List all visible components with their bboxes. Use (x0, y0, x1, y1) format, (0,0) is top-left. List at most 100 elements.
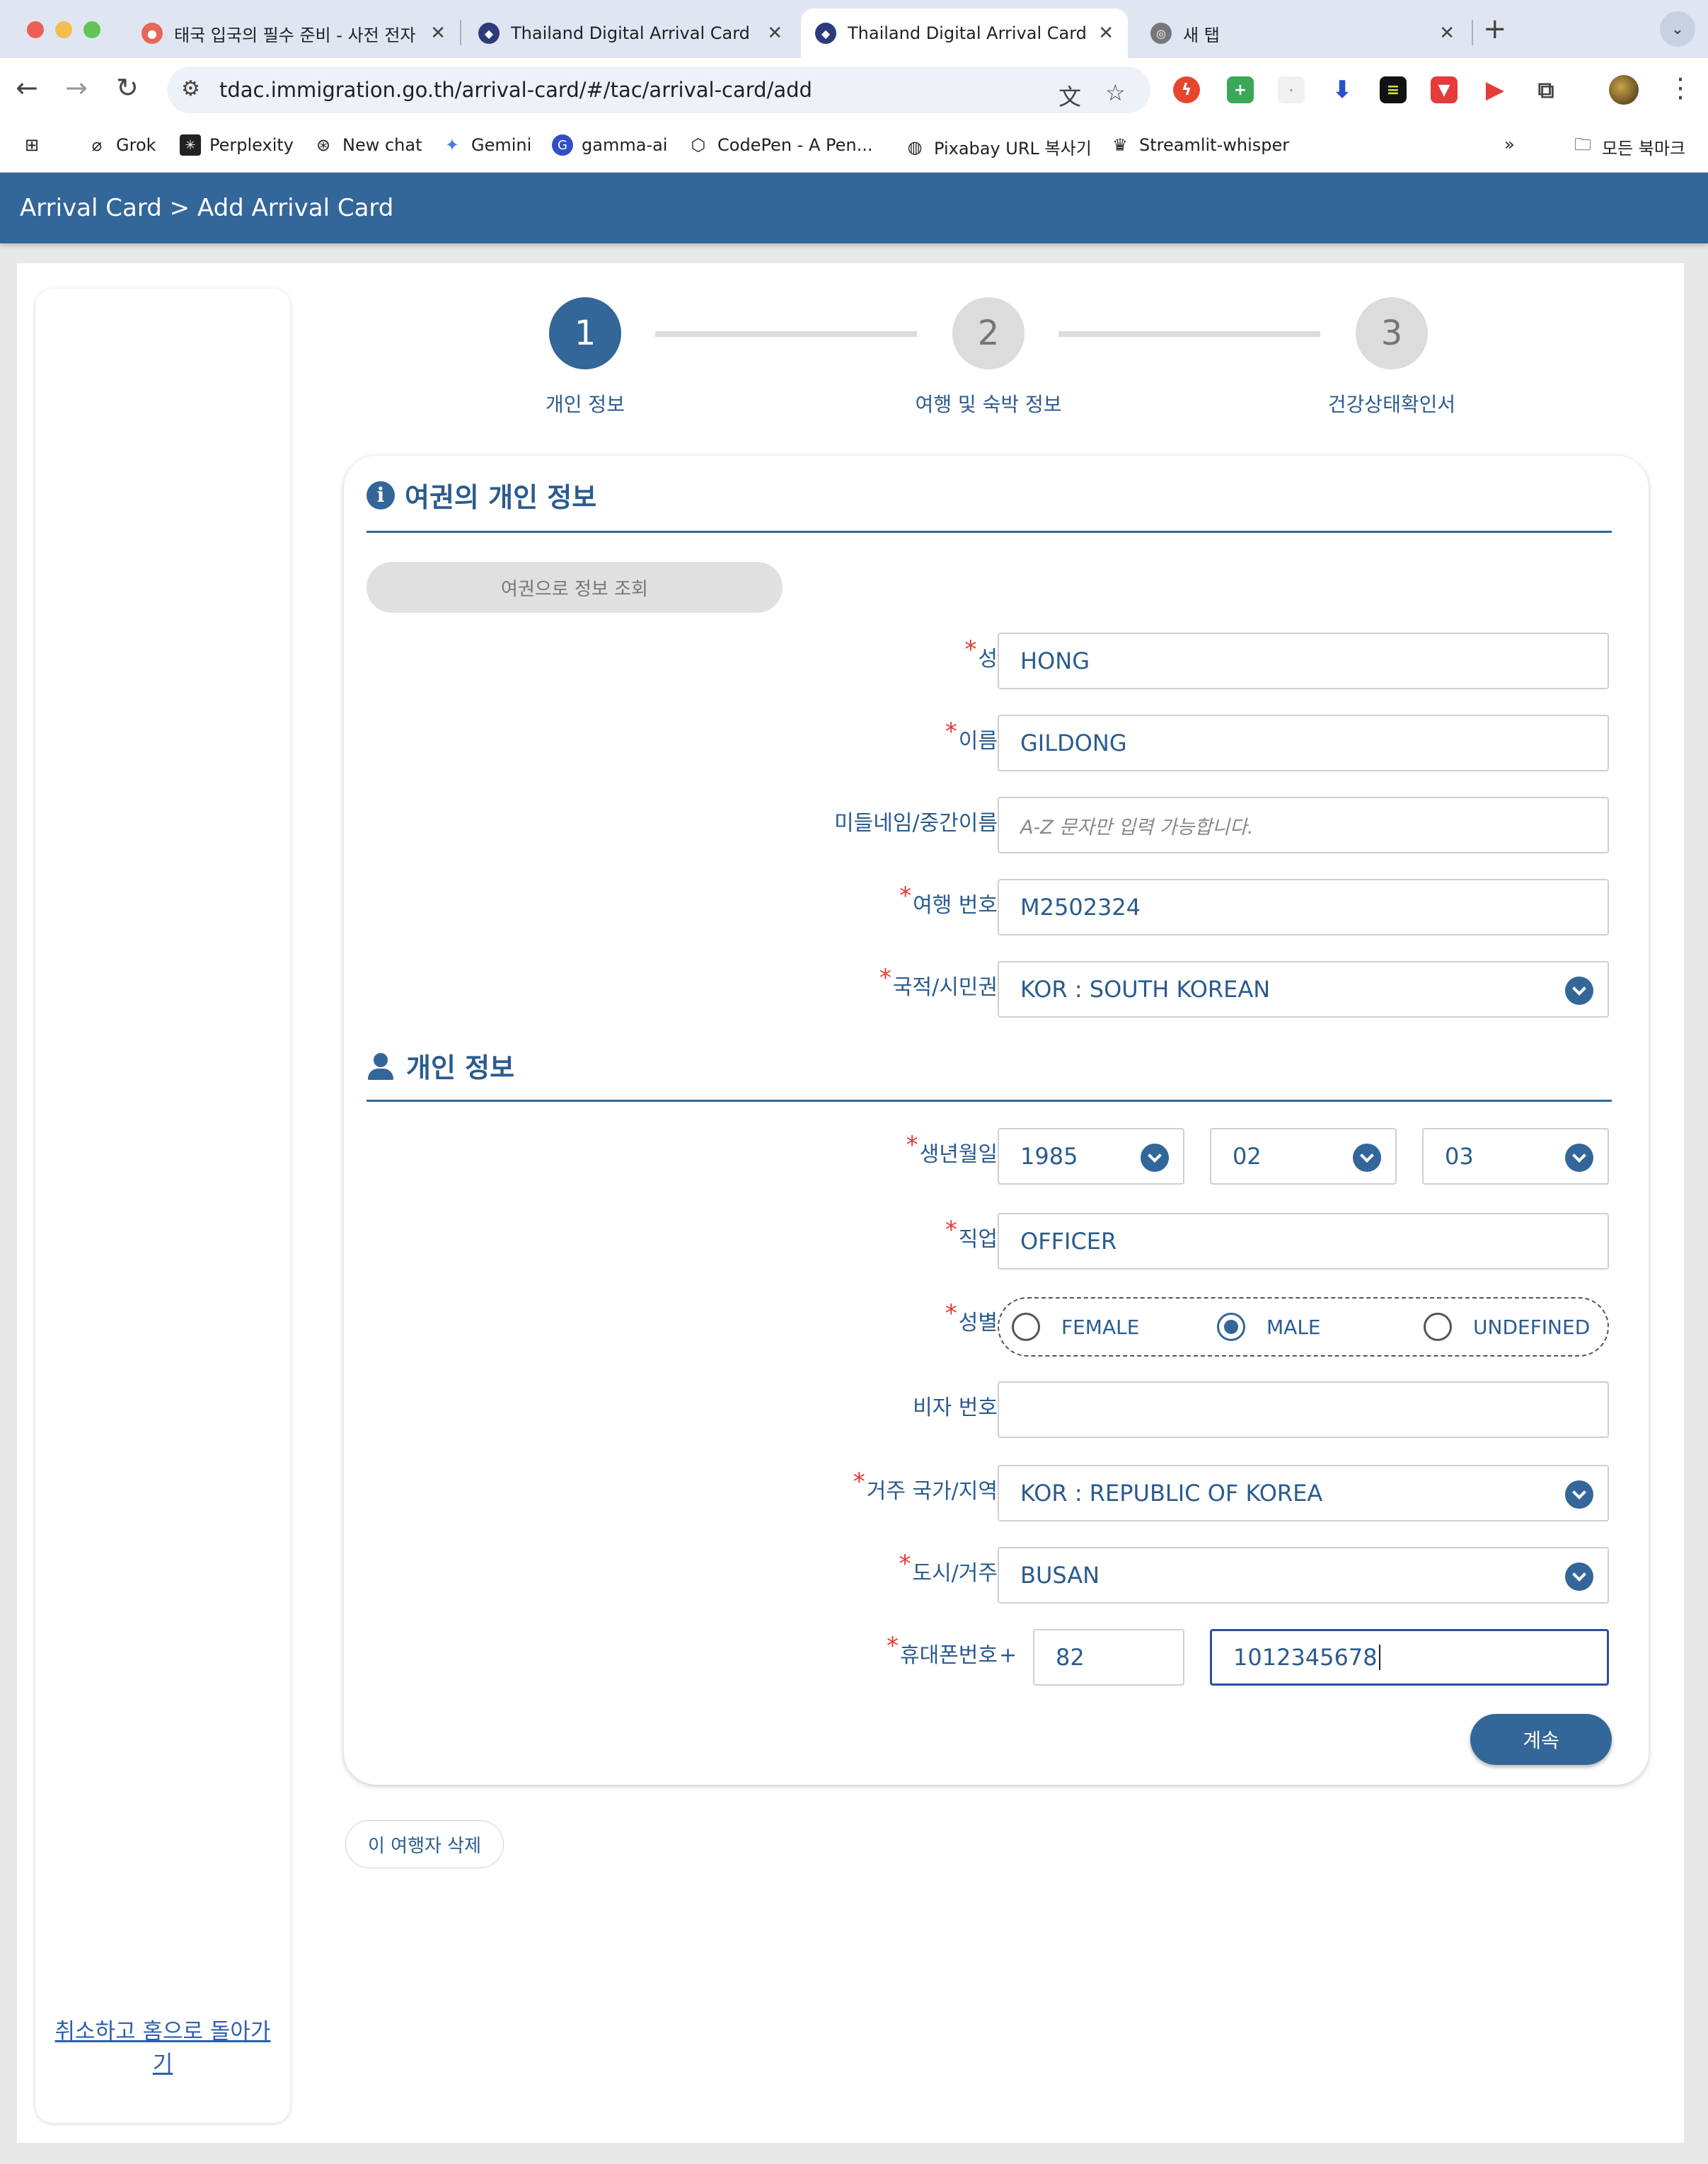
chevron-down-icon (1353, 1144, 1381, 1172)
forward-arrow-icon[interactable]: → (65, 72, 88, 103)
residence-country-select[interactable]: KOR : REPUBLIC OF KOREA (998, 1465, 1609, 1521)
translate-icon[interactable]: 文 (1058, 79, 1081, 112)
back-arrow-icon[interactable]: ← (16, 72, 38, 103)
step-connector (1058, 331, 1320, 337)
gamma-icon: G (552, 134, 573, 156)
person-icon (367, 1052, 395, 1080)
residence-country-label: *거주 국가/지역 (853, 1468, 998, 1504)
grok-icon: ⌀ (91, 135, 103, 155)
bookmark-new-chat[interactable]: ⊛ New chat (313, 134, 422, 156)
page-content: 취소하고 홈으로 돌아가기 1 2 3 개인 정보 여행 및 숙박 정보 건강상… (17, 263, 1684, 2143)
step-1-label: 개인 정보 (546, 393, 625, 416)
extension-bolt-icon[interactable]: ϟ (1173, 76, 1200, 103)
chevron-down-icon (1565, 1480, 1593, 1509)
personal-info-card: i 여권의 개인 정보 여권으로 정보 조회 *성 HONG *이름 GILDO… (344, 456, 1649, 1785)
bookmark-streamlit[interactable]: ♛ Streamlit-whisper (1109, 134, 1289, 156)
new-tab-plus-icon[interactable]: + (1483, 13, 1507, 45)
extension-download-icon[interactable]: ⬇ (1329, 76, 1356, 104)
phone-label: *휴대폰번호 (887, 1632, 998, 1668)
bookmark-perplexity[interactable]: ✳ Perplexity (180, 134, 294, 156)
profile-avatar[interactable] (1609, 75, 1639, 105)
gemini-sparkle-icon: ✦ (444, 135, 460, 155)
bookmark-pixabay[interactable]: ◍ Pixabay URL 복사기 (904, 134, 1092, 159)
chevron-down-icon (1565, 1562, 1593, 1591)
chrome-favicon-icon: ◎ (1150, 23, 1172, 44)
reload-icon[interactable]: ↻ (116, 72, 139, 103)
chevron-down-icon (1565, 1144, 1593, 1172)
city-select[interactable]: BUSAN (998, 1547, 1609, 1604)
passport-lookup-button[interactable]: 여권으로 정보 조회 (367, 562, 783, 613)
minimize-window-button[interactable] (55, 21, 72, 38)
bookmark-grok[interactable]: ⌀ Grok (86, 134, 156, 156)
chevron-down-icon (1141, 1144, 1169, 1172)
maximize-window-button[interactable] (83, 21, 100, 38)
browser-tab-bar: ● 태국 입국의 필수 준비 - 사전 전자 ✕ ◆ Thailand Digi… (0, 0, 1708, 58)
bookmark-codepen[interactable]: ⬡ CodePen - A Pen... (688, 134, 873, 156)
middle-name-input[interactable]: A-Z 문자만 입력 가능합니다. (998, 797, 1609, 853)
openai-icon: ⊛ (316, 135, 331, 155)
streamlit-crown-icon: ♛ (1112, 135, 1128, 155)
browser-tab-2[interactable]: ◆ Thailand Digital Arrival Card ✕ (464, 8, 797, 58)
codepen-icon: ⬡ (691, 135, 706, 155)
breadcrumb: Arrival Card > Add Arrival Card (20, 194, 394, 222)
first-name-input[interactable]: GILDONG (998, 715, 1609, 771)
nationality-label: *국적/시민권 (879, 964, 998, 1000)
family-name-input[interactable]: HONG (998, 633, 1609, 689)
personal-section-title: 개인 정보 (367, 1046, 514, 1085)
birth-year-select[interactable]: 1985 (998, 1128, 1184, 1185)
step-2-label: 여행 및 숙박 정보 (915, 393, 1062, 416)
continue-button[interactable]: 계속 (1470, 1714, 1612, 1765)
app-header: Arrival Card > Add Arrival Card (0, 173, 1708, 243)
perplexity-icon: ✳ (180, 134, 201, 156)
city-label: *도시/거주 (899, 1550, 998, 1586)
browser-toolbar: ← → ↻ ⚙ tdac.immigration.go.th/arrival-c… (0, 58, 1708, 122)
extension-shield-icon[interactable]: ▼ (1431, 76, 1458, 103)
passport-number-input[interactable]: M2502324 (998, 879, 1609, 936)
section-divider (367, 531, 1612, 533)
extension-play-icon[interactable]: ▶ (1482, 76, 1508, 104)
more-bookmarks-chevron-icon[interactable]: » (1504, 134, 1515, 154)
browser-tab-4[interactable]: ◎ 새 탭 ✕ (1136, 8, 1469, 58)
browser-tab-3-active[interactable]: ◆ Thailand Digital Arrival Card ✕ (801, 8, 1128, 58)
close-window-button[interactable] (27, 21, 44, 38)
nationality-select[interactable]: KOR : SOUTH KOREAN (998, 961, 1609, 1018)
birth-month-select[interactable]: 02 (1210, 1128, 1397, 1185)
step-3-circle: 3 (1356, 297, 1428, 369)
first-name-label: *이름 (945, 718, 998, 754)
chevron-down-icon (1565, 977, 1593, 1005)
bookmark-gamma-ai[interactable]: Ggamma-ai (552, 134, 667, 156)
bookmark-star-icon[interactable]: ☆ (1105, 79, 1126, 106)
extension-small-icon[interactable]: · (1278, 76, 1305, 103)
phone-number-input[interactable]: 1012345678 (1210, 1629, 1609, 1686)
visa-number-input[interactable] (998, 1381, 1609, 1438)
cancel-return-home-link[interactable]: 취소하고 홈으로 돌아가기 (52, 2015, 273, 2080)
gender-undefined-radio[interactable]: UNDEFINED (1424, 1313, 1590, 1341)
occupation-label: *직업 (945, 1216, 998, 1252)
apps-grid-icon[interactable]: ⊞ (21, 134, 51, 156)
gender-female-radio[interactable]: FEMALE (1012, 1313, 1139, 1341)
menu-kebab-icon[interactable]: ⋮ (1667, 72, 1694, 103)
phone-country-code-input[interactable]: 82 (1033, 1629, 1184, 1686)
extensions-puzzle-icon[interactable]: ⧉ (1533, 76, 1559, 103)
close-tab-icon[interactable]: ✕ (430, 23, 446, 44)
close-tab-icon[interactable]: ✕ (1098, 23, 1114, 44)
url-text: tdac.immigration.go.th/arrival-card/#/ta… (219, 78, 812, 102)
gender-radio-group: FEMALE MALE UNDEFINED (998, 1297, 1609, 1357)
text-cursor (1378, 1645, 1380, 1670)
close-tab-icon[interactable]: ✕ (1439, 23, 1455, 44)
address-bar[interactable]: ⚙ tdac.immigration.go.th/arrival-card/#/… (167, 67, 1150, 113)
delete-traveler-button[interactable]: 이 여행자 삭제 (345, 1820, 504, 1868)
extension-stack-icon[interactable]: ≡ (1380, 76, 1407, 103)
step-2-circle: 2 (952, 297, 1025, 369)
section-divider (367, 1100, 1612, 1102)
bookmark-gemini[interactable]: ✦ Gemini (442, 134, 531, 156)
close-tab-icon[interactable]: ✕ (767, 23, 783, 44)
occupation-input[interactable]: OFFICER (998, 1213, 1609, 1270)
all-bookmarks-folder[interactable]: 🗀 모든 북마크 (1572, 134, 1685, 159)
birth-day-select[interactable]: 03 (1422, 1128, 1609, 1185)
tab-search-chevron-icon[interactable]: ⌄ (1660, 11, 1695, 47)
site-settings-icon[interactable]: ⚙ (181, 76, 200, 101)
extension-plus-icon[interactable]: + (1227, 76, 1254, 103)
browser-tab-1[interactable]: ● 태국 입국의 필수 준비 - 사전 전자 ✕ (127, 8, 460, 58)
gender-male-radio[interactable]: MALE (1217, 1313, 1321, 1341)
